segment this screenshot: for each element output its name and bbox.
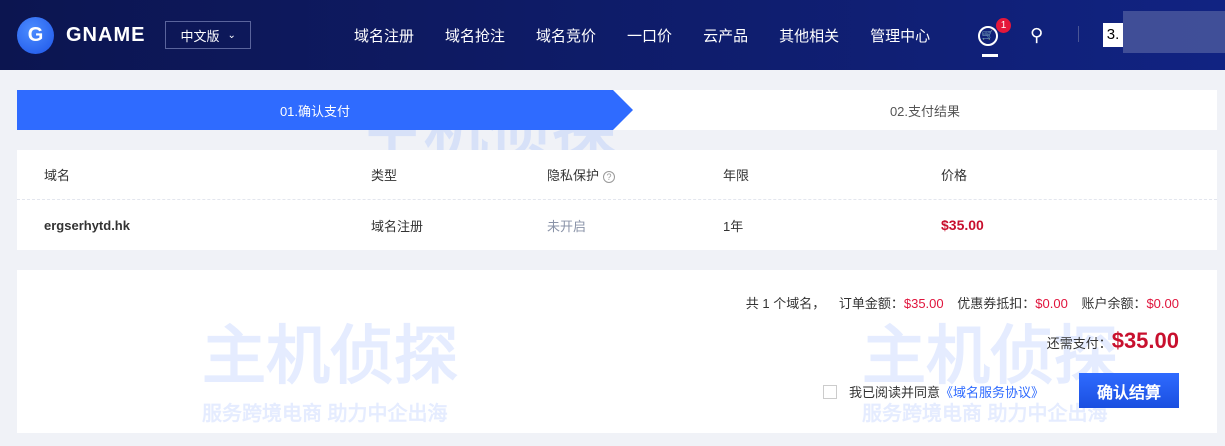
menu-domain-snatch[interactable]: 域名抢注 (445, 25, 505, 46)
avatar[interactable] (1123, 11, 1225, 53)
cart-active-indicator (982, 54, 998, 57)
cart-icon[interactable]: 🛒 (978, 26, 998, 46)
amount-due-value: $35.00 (1111, 328, 1179, 353)
header-years: 年限 (723, 168, 750, 183)
watermark: 主机侦探服务跨境电商 助力中企出海 (202, 305, 458, 426)
balance-label: 账户余额： (1081, 296, 1147, 311)
header-price: 价格 (941, 168, 968, 183)
step-confirm-payment: 01.确认支付 (17, 90, 633, 130)
menu-domain-auction[interactable]: 域名竞价 (536, 25, 596, 46)
domain-count: 共 1 个域名， (745, 296, 826, 311)
help-icon[interactable]: ? (603, 171, 616, 183)
main-menu: 域名注册 域名抢注 域名竞价 一口价 云产品 其他相关 管理中心 (354, 0, 961, 70)
agree-text: 我已阅读并同意 (849, 385, 941, 400)
confirm-checkout-button[interactable]: 确认结算 (1079, 373, 1179, 408)
menu-console[interactable]: 管理中心 (870, 25, 930, 46)
header-privacy-label: 隐私保护 (547, 168, 600, 183)
language-label: 中文版 (180, 28, 220, 44)
amount-due-label: 还需支付： (1046, 336, 1112, 351)
table-row: ergserhytd.hk 域名注册 未开启 1年 $35.00 (17, 200, 1217, 250)
menu-fixed-price[interactable]: 一口价 (627, 25, 672, 46)
logo[interactable]: G GNAME (17, 16, 146, 54)
header-privacy: 隐私保护? (547, 165, 616, 184)
order-table: 域名 类型 隐私保护? 年限 价格 ergserhytd.hk 域名注册 未开启… (17, 150, 1217, 250)
privacy-status: 未开启 (547, 218, 587, 234)
cart-badge: 1 (996, 18, 1011, 33)
table-header: 域名 类型 隐私保护? 年限 价格 (17, 150, 1217, 200)
divider (1078, 26, 1079, 42)
years: 1年 (723, 218, 744, 234)
summary-panel: 主机侦探服务跨境电商 助力中企出海 主机侦探服务跨境电商 助力中企出海 共 1 … (17, 270, 1217, 433)
watermark-title: 主机侦探 (202, 320, 458, 392)
progress-steps: 01.确认支付 02.支付结果 (17, 90, 1217, 130)
header-type: 类型 (371, 168, 398, 183)
header-domain: 域名 (44, 168, 71, 183)
coupon-amount: $0.00 (1035, 296, 1068, 311)
watermark-slogan: 服务跨境电商 助力中企出海 (202, 403, 448, 425)
user-icon[interactable]: 3. (1103, 23, 1123, 47)
menu-domain-register[interactable]: 域名注册 (354, 25, 414, 46)
agreement-link[interactable]: 《域名服务协议》 (940, 382, 1044, 401)
order-type: 域名注册 (371, 218, 424, 234)
order-amount-label: 订单金额： (838, 296, 904, 311)
price: $35.00 (941, 217, 984, 233)
order-amount: $35.00 (903, 296, 944, 311)
domain-name: ergserhytd.hk (44, 217, 130, 233)
balance-amount: $0.00 (1146, 296, 1179, 311)
brand-name: GNAME (66, 23, 146, 46)
menu-cloud[interactable]: 云产品 (703, 25, 748, 46)
language-select[interactable]: 中文版 ⌄ (165, 21, 251, 49)
order-totals: 共 1 个域名， 订单金额：$35.00 优惠券抵扣：$0.00 账户余额：$0… (746, 293, 1179, 312)
search-icon[interactable]: ⚲ (1030, 25, 1043, 46)
agreement: 我已阅读并同意 《域名服务协议》 (823, 382, 1044, 401)
top-nav: G GNAME 中文版 ⌄ 域名注册 域名抢注 域名竞价 一口价 云产品 其他相关… (0, 0, 1225, 70)
chevron-down-icon: ⌄ (227, 29, 236, 41)
gname-logo-icon: G (17, 16, 54, 54)
agree-checkbox[interactable] (823, 384, 837, 399)
coupon-label: 优惠券抵扣： (957, 296, 1036, 311)
step-payment-result: 02.支付结果 (889, 103, 961, 119)
menu-others[interactable]: 其他相关 (779, 25, 839, 46)
amount-due: 还需支付： $35.00 (1047, 328, 1179, 354)
